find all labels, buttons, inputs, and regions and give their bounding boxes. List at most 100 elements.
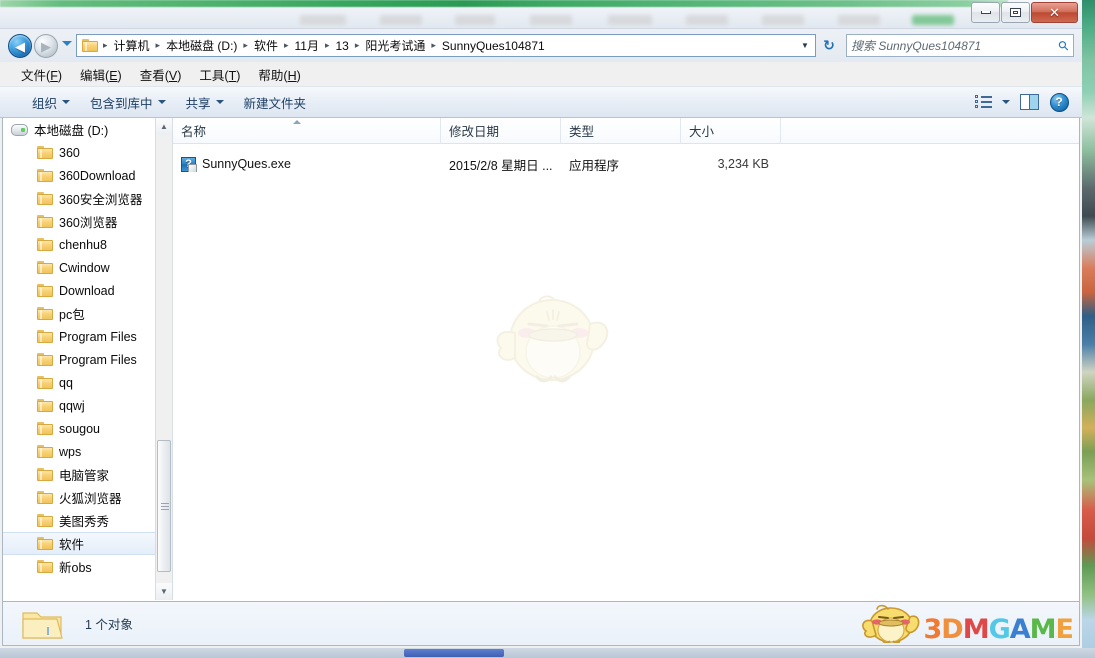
breadcrumb-separator[interactable]: ▸	[323, 40, 332, 51]
breadcrumb-separator[interactable]: ▸	[353, 40, 362, 51]
close-button[interactable]: ✕	[1031, 2, 1078, 23]
breadcrumb-separator[interactable]: ▸	[241, 40, 250, 51]
sidebar-item-360download[interactable]: 360Download	[3, 164, 172, 187]
file-name-cell[interactable]: ? SunnyQues.exe	[173, 156, 441, 172]
menu-edit[interactable]: 编辑(E)	[71, 63, 131, 86]
taskbar[interactable]	[0, 648, 1095, 658]
menu-file[interactable]: 文件(F)	[12, 63, 71, 86]
forward-button[interactable]: ▶	[34, 34, 58, 58]
refresh-button[interactable]: ↻	[818, 34, 840, 57]
breadcrumb-separator[interactable]: ▸	[429, 40, 438, 51]
maximize-button[interactable]	[1001, 2, 1030, 23]
breadcrumb-item-computer[interactable]: 计算机	[110, 36, 154, 55]
menu-help[interactable]: 帮助(H)	[249, 63, 309, 86]
breadcrumb-item-month[interactable]: 11月	[290, 36, 322, 55]
sidebar-item-pcbao[interactable]: pc包	[3, 302, 172, 325]
sidebar-item-new-obs[interactable]: 新obs	[3, 555, 172, 578]
new-folder-button[interactable]: 新建文件夹	[234, 89, 317, 116]
folder-icon	[37, 261, 53, 274]
chevron-down-icon	[215, 100, 224, 104]
logo-letter-1: 3	[923, 614, 943, 646]
sidebar-item-software[interactable]: 软件	[3, 532, 155, 555]
help-button[interactable]: ?	[1048, 92, 1070, 112]
column-header-size[interactable]: 大小	[681, 118, 781, 144]
sidebar-item-program-files-1[interactable]: Program Files	[3, 325, 172, 348]
sidebar-item-local-disk-d[interactable]: 本地磁盘 (D:)	[3, 118, 172, 141]
sidebar-item-program-files-2[interactable]: Program Files	[3, 348, 172, 371]
column-header-filler	[781, 118, 1079, 144]
menu-view[interactable]: 查看(V)	[131, 63, 191, 86]
breadcrumb-item-drive-d[interactable]: 本地磁盘 (D:)	[162, 36, 241, 55]
menu-tools[interactable]: 工具(T)	[190, 63, 249, 86]
file-rows: ? SunnyQues.exe 2015/2/8 星期日 ... 应用程序 3,…	[173, 152, 1079, 176]
menu-file-key: F	[50, 68, 58, 83]
preview-pane-button[interactable]	[1018, 92, 1040, 112]
organize-button[interactable]: 组织	[22, 89, 80, 116]
sidebar-item-360[interactable]: 360	[3, 141, 172, 164]
maximize-icon	[1010, 8, 1021, 17]
sidebar-item-qq[interactable]: qq	[3, 371, 172, 394]
search-input[interactable]: 搜索 SunnyQues104871 ⚲	[846, 34, 1074, 57]
file-list-pane[interactable]: 名称 修改日期 类型 大小 ? SunnyQues.exe 2015/2/8 星…	[173, 118, 1079, 601]
sidebar-item-wps[interactable]: wps	[3, 440, 172, 463]
forward-arrow-icon: ▶	[41, 38, 51, 54]
column-header-type-label: 类型	[569, 125, 595, 139]
refresh-icon: ↻	[823, 37, 835, 53]
breadcrumb-separator[interactable]: ▸	[101, 40, 110, 51]
navigation-pane[interactable]: 本地磁盘 (D:) 360 360Download 360安全浏览器 360浏览…	[3, 118, 173, 600]
folder-icon	[37, 560, 53, 573]
sidebar-item-meitu[interactable]: 美图秀秀	[3, 509, 172, 532]
folder-icon	[37, 399, 53, 412]
desktop-backdrop-strip	[1081, 0, 1095, 658]
folder-icon	[22, 611, 63, 639]
sidebar-scrollbar[interactable]: ▲ ▼	[155, 118, 172, 600]
breadcrumb-item-sunny[interactable]: 阳光考试通	[361, 36, 429, 55]
breadcrumb-separator[interactable]: ▸	[282, 40, 291, 51]
sidebar-item-cwindow[interactable]: Cwindow	[3, 256, 172, 279]
breadcrumb-dropdown-icon[interactable]: ▼	[797, 41, 813, 50]
view-chevron-down-icon[interactable]	[1002, 100, 1010, 104]
watermark-logo: 3DMGAME	[860, 602, 1074, 643]
address-bar-row: ◀ ▶ ▸ 计算机 ▸ 本地磁盘 (D:) ▸ 软件 ▸ 11月 ▸ 13 ▸ …	[0, 29, 1082, 62]
sidebar-item-360-safe-browser[interactable]: 360安全浏览器	[3, 187, 172, 210]
sidebar-item-firefox[interactable]: 火狐浏览器	[3, 486, 172, 509]
breadcrumb-separator[interactable]: ▸	[154, 40, 163, 51]
column-header-modified[interactable]: 修改日期	[441, 118, 561, 144]
scroll-up-icon[interactable]: ▲	[156, 118, 172, 135]
change-view-button[interactable]	[972, 92, 994, 112]
sidebar-item-label: Program Files	[59, 352, 137, 367]
menu-edit-key: E	[109, 68, 118, 83]
sidebar-item-sougou[interactable]: sougou	[3, 417, 172, 440]
sidebar-item-qqwj[interactable]: qqwj	[3, 394, 172, 417]
scroll-down-icon[interactable]: ▼	[156, 583, 172, 600]
table-row[interactable]: ? SunnyQues.exe 2015/2/8 星期日 ... 应用程序 3,…	[173, 152, 1079, 176]
folder-icon	[37, 215, 53, 228]
sidebar-item-download[interactable]: Download	[3, 279, 172, 302]
file-modified-label: 2015/2/8 星期日 ...	[449, 158, 553, 173]
breadcrumb[interactable]: ▸ 计算机 ▸ 本地磁盘 (D:) ▸ 软件 ▸ 11月 ▸ 13 ▸ 阳光考试…	[76, 34, 816, 57]
folder-icon	[82, 39, 98, 52]
menu-help-label: 帮助	[258, 68, 284, 83]
column-header-type[interactable]: 类型	[561, 118, 681, 144]
status-bar: 1 个对象 3DMGAME	[2, 602, 1080, 646]
breadcrumb-item-day[interactable]: 13	[331, 38, 352, 54]
titlebar-green-strip	[0, 0, 1008, 7]
toolbar-right-group: ?	[972, 92, 1082, 112]
minimize-button[interactable]	[971, 2, 1000, 23]
breadcrumb-item-software[interactable]: 软件	[250, 36, 282, 55]
scrollbar-thumb[interactable]	[157, 440, 171, 572]
sidebar-item-pc-manager[interactable]: 电脑管家	[3, 463, 172, 486]
logo-text: 3DMGAME	[923, 614, 1075, 646]
column-header-name[interactable]: 名称	[173, 118, 441, 144]
sidebar-item-chenhu8[interactable]: chenhu8	[3, 233, 172, 256]
file-type-cell: 应用程序	[561, 155, 681, 174]
share-button[interactable]: 共享	[176, 89, 234, 116]
include-in-library-button[interactable]: 包含到库中	[80, 89, 176, 116]
taskbar-item[interactable]	[404, 649, 504, 657]
history-dropdown-icon[interactable]	[62, 41, 72, 46]
breadcrumb-item-current[interactable]: SunnyQues104871	[438, 38, 549, 54]
sidebar-item-360-browser[interactable]: 360浏览器	[3, 210, 172, 233]
menu-edit-label: 编辑	[80, 68, 106, 83]
back-button[interactable]: ◀	[8, 34, 32, 58]
include-in-library-label: 包含到库中	[90, 96, 153, 111]
